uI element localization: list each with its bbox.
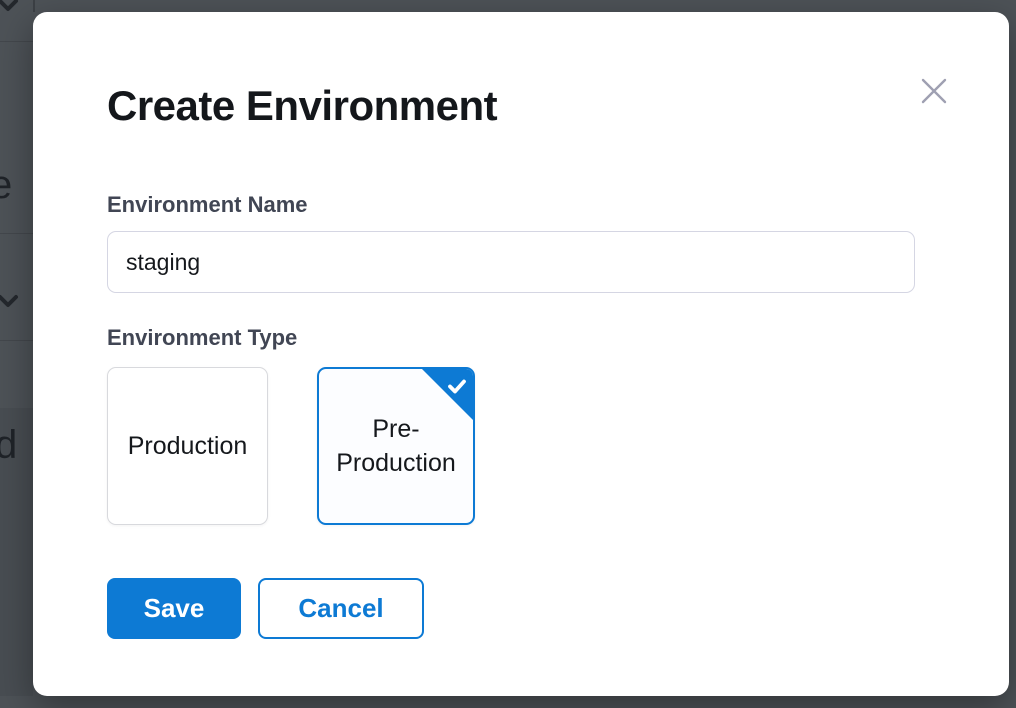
type-option-pre-production[interactable]: Pre-Production — [317, 367, 475, 525]
environment-name-label: Environment Name — [107, 192, 1009, 218]
save-button[interactable]: Save — [107, 578, 241, 639]
checkmark-icon — [445, 374, 469, 398]
chevron-down-icon — [0, 0, 19, 14]
type-option-production[interactable]: Production — [107, 367, 268, 525]
background-divider — [0, 340, 33, 341]
chevron-down-icon — [0, 294, 19, 310]
close-x-icon — [918, 75, 950, 107]
dialog-actions: Save Cancel — [107, 578, 1009, 639]
dialog-title: Create Environment — [107, 82, 1009, 130]
environment-type-label: Environment Type — [107, 325, 1009, 351]
create-environment-dialog: Create Environment Environment Name Envi… — [33, 12, 1009, 696]
cancel-button[interactable]: Cancel — [258, 578, 424, 639]
background-divider — [0, 41, 33, 42]
close-button[interactable] — [917, 74, 951, 108]
background-text-fragment: e — [0, 163, 12, 208]
background-text-fragment: d — [0, 423, 17, 468]
background-divider — [0, 233, 33, 234]
background-divider — [33, 0, 35, 12]
environment-name-input[interactable] — [107, 231, 915, 293]
environment-type-options: Production Pre-Production — [107, 367, 1009, 525]
type-option-label: Pre-Production — [329, 412, 463, 480]
type-option-label: Production — [128, 429, 248, 463]
